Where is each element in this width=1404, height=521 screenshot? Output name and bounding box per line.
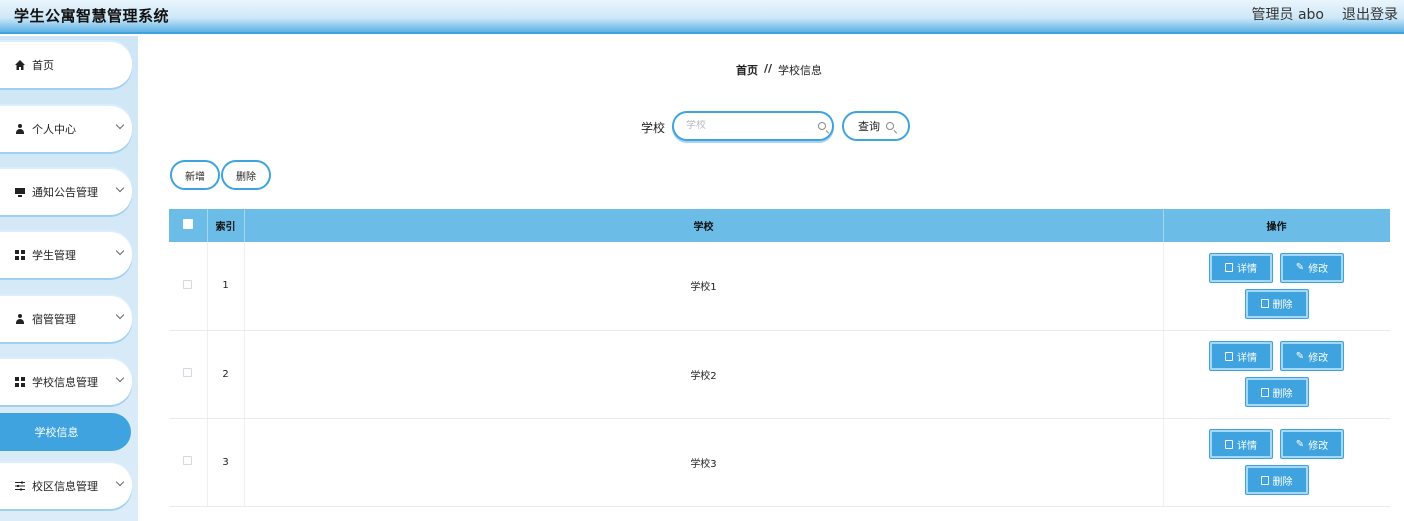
cell-ops: 详情 ✎ 修改 删除 xyxy=(1163,418,1390,507)
row-checkbox[interactable] xyxy=(183,368,193,377)
sidebar-item-label: 首页 xyxy=(32,59,54,72)
sidebar: 首页 个人中心 通知公告管理 学生管理 宿管管理 学校信息管理 学校信息 校区信… xyxy=(0,36,138,521)
batch-delete-button[interactable]: 删除 xyxy=(221,160,271,190)
data-table: 索引 学校 操作 1 学校1 详情 ✎ 修改 删除 2 学校2 详情 ✎ 修改 … xyxy=(169,209,1390,521)
breadcrumb: 首页 // 学校信息 xyxy=(736,62,822,78)
sidebar-item-notices[interactable]: 通知公告管理 xyxy=(0,169,132,215)
trash-icon xyxy=(1260,387,1269,397)
edit-button[interactable]: ✎ 修改 xyxy=(1281,342,1343,370)
detail-button[interactable]: 详情 xyxy=(1210,253,1272,282)
home-icon xyxy=(13,60,27,70)
search-input[interactable] xyxy=(686,120,806,131)
top-bar: 学生公寓智慧管理系统 管理员 abo 退出登录 xyxy=(0,0,1404,34)
sidebar-item-profile[interactable]: 个人中心 xyxy=(0,106,132,152)
detail-button[interactable]: 详情 xyxy=(1210,430,1272,458)
delete-button[interactable]: 删除 xyxy=(1245,466,1308,494)
sidebar-item-label: 宿管管理 xyxy=(32,313,76,326)
select-all-checkbox[interactable] xyxy=(182,219,193,229)
pencil-icon: ✎ xyxy=(1295,438,1305,450)
grid-icon xyxy=(13,250,27,260)
document-icon xyxy=(1225,439,1233,449)
cell-index: 3 xyxy=(207,418,245,507)
sidebar-item-label: 个人中心 xyxy=(32,123,76,136)
detail-button[interactable]: 详情 xyxy=(1210,342,1272,370)
row-checkbox[interactable] xyxy=(183,456,193,465)
cell-ops: 详情 ✎ 修改 删除 xyxy=(1163,242,1390,331)
breadcrumb-current: 学校信息 xyxy=(778,64,823,77)
top-right-area: 管理员 abo 退出登录 xyxy=(1252,4,1398,24)
query-button[interactable]: 查询 xyxy=(842,111,910,141)
sidebar-item-school-info[interactable]: 学校信息管理 xyxy=(0,359,132,405)
sidebar-item-campus-info[interactable]: 校区信息管理 xyxy=(0,463,132,509)
table-row: 2 学校2 详情 ✎ 修改 删除 xyxy=(169,330,1390,419)
table-header-row: 索引 学校 操作 xyxy=(169,209,1390,242)
grid-icon xyxy=(13,377,27,387)
query-button-label: 查询 xyxy=(858,120,880,133)
edit-button[interactable]: ✎ 修改 xyxy=(1281,430,1343,458)
header-ops: 操作 xyxy=(1163,209,1390,242)
cell-school: 学校1 xyxy=(244,242,1164,331)
header-index: 索引 xyxy=(207,209,245,242)
breadcrumb-home[interactable]: 首页 xyxy=(736,62,758,78)
pencil-icon: ✎ xyxy=(1295,262,1305,274)
document-icon xyxy=(1225,263,1233,273)
logout-link[interactable]: 退出登录 xyxy=(1342,4,1398,24)
trash-icon xyxy=(1260,475,1269,485)
chevron-down-icon xyxy=(115,183,125,193)
delete-label: 删除 xyxy=(1272,300,1293,312)
edit-label: 修改 xyxy=(1308,264,1329,276)
cell-school: 学校3 xyxy=(244,418,1164,507)
sidebar-subitem-school-info[interactable]: 学校信息 xyxy=(0,413,131,451)
sidebar-item-home[interactable]: 首页 xyxy=(0,42,132,88)
app-title: 学生公寓智慧管理系统 xyxy=(14,7,170,25)
search-field[interactable] xyxy=(672,111,834,141)
delete-label: 删除 xyxy=(1272,388,1293,400)
sliders-icon xyxy=(13,481,27,491)
edit-label: 修改 xyxy=(1308,352,1329,364)
detail-label: 详情 xyxy=(1237,440,1257,452)
add-button[interactable]: 新增 xyxy=(170,160,220,190)
monitor-icon xyxy=(13,187,27,197)
select-all-cell xyxy=(169,209,208,242)
chevron-down-icon xyxy=(115,120,125,130)
table-row: 3 学校3 详情 ✎ 修改 删除 xyxy=(169,418,1390,507)
chevron-down-icon xyxy=(115,373,125,383)
breadcrumb-separator: // xyxy=(764,62,773,75)
sidebar-item-label: 通知公告管理 xyxy=(32,186,98,199)
chevron-down-icon xyxy=(115,246,125,256)
cell-index: 2 xyxy=(207,330,245,419)
sidebar-item-label: 学校信息管理 xyxy=(32,376,98,389)
header-school: 学校 xyxy=(244,209,1164,242)
cell-index: 1 xyxy=(207,242,245,331)
person-icon xyxy=(13,124,27,134)
trash-icon xyxy=(1260,299,1269,309)
sidebar-item-label: 校区信息管理 xyxy=(32,480,98,493)
current-user: 管理员 abo xyxy=(1251,7,1324,23)
document-icon xyxy=(1225,351,1233,361)
chevron-down-icon xyxy=(115,310,125,320)
edit-button[interactable]: ✎ 修改 xyxy=(1281,253,1343,282)
pencil-icon: ✎ xyxy=(1295,350,1305,362)
delete-button[interactable]: 删除 xyxy=(1245,289,1308,318)
table-row: 1 学校1 详情 ✎ 修改 删除 xyxy=(169,242,1390,331)
delete-button[interactable]: 删除 xyxy=(1245,378,1308,406)
chevron-down-icon xyxy=(115,477,125,487)
search-icon xyxy=(818,122,826,130)
cell-school: 学校2 xyxy=(244,330,1164,419)
search-icon xyxy=(886,122,894,130)
search-label: 学校 xyxy=(641,121,666,135)
delete-label: 删除 xyxy=(1272,476,1293,488)
cell-ops: 详情 ✎ 修改 删除 xyxy=(1163,330,1390,419)
sidebar-item-dorm-managers[interactable]: 宿管管理 xyxy=(0,296,132,342)
row-checkbox[interactable] xyxy=(183,279,193,289)
person-icon xyxy=(13,314,27,324)
detail-label: 详情 xyxy=(1237,264,1257,276)
main-content: 首页 // 学校信息 学校 查询 新增 删除 索引 学校 操作 xyxy=(138,36,1404,521)
sidebar-item-students[interactable]: 学生管理 xyxy=(0,232,132,278)
sidebar-item-label: 学生管理 xyxy=(32,249,76,262)
edit-label: 修改 xyxy=(1308,440,1329,452)
detail-label: 详情 xyxy=(1237,352,1257,364)
